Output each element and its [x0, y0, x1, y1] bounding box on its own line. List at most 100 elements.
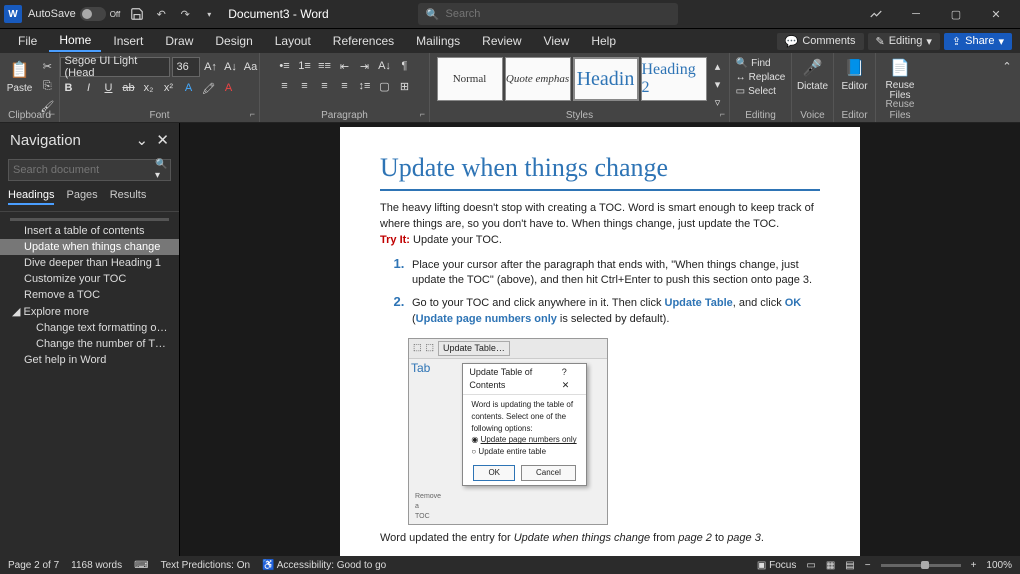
- justify-icon[interactable]: ≡: [336, 77, 354, 95]
- language-icon[interactable]: ⌨: [134, 560, 148, 571]
- save-icon[interactable]: [128, 5, 146, 23]
- underline-button[interactable]: U: [100, 79, 118, 97]
- shrink-font-icon[interactable]: A↓: [222, 58, 240, 76]
- menu-layout[interactable]: Layout: [265, 31, 321, 51]
- nav-tab-headings[interactable]: Headings: [8, 189, 54, 205]
- menu-home[interactable]: Home: [49, 30, 101, 52]
- menu-design[interactable]: Design: [205, 31, 262, 51]
- zoom-in-icon[interactable]: +: [971, 560, 977, 571]
- search-input[interactable]: [446, 8, 670, 20]
- nav-item-bar[interactable]: [10, 218, 169, 221]
- dictate-button[interactable]: 🎤Dictate: [793, 55, 832, 94]
- bullets-icon[interactable]: •≡: [276, 57, 294, 75]
- list-item[interactable]: Go to your TOC and click anywhere in it.…: [408, 293, 820, 328]
- nav-item[interactable]: Insert a table of contents: [0, 223, 179, 239]
- word-count[interactable]: 1168 words: [71, 560, 122, 571]
- zoom-slider[interactable]: [881, 564, 961, 567]
- multilevel-icon[interactable]: ≡≡: [316, 57, 334, 75]
- ribbon-display-icon[interactable]: [856, 0, 896, 28]
- comments-button[interactable]: 💬 Comments: [777, 33, 864, 50]
- editing-button[interactable]: ✎ Editing ▾: [868, 33, 940, 50]
- nav-item[interactable]: Customize your TOC: [0, 271, 179, 287]
- change-case-icon[interactable]: Aa: [242, 58, 260, 76]
- shading-icon[interactable]: ▢: [376, 77, 394, 95]
- paragraph[interactable]: The heavy lifting doesn't stop with crea…: [380, 201, 820, 233]
- style-normal[interactable]: Normal: [437, 57, 503, 101]
- bold-button[interactable]: B: [60, 79, 78, 97]
- focus-mode[interactable]: ▣ Focus: [757, 560, 796, 571]
- nav-item[interactable]: Dive deeper than Heading 1: [0, 255, 179, 271]
- minimize-icon[interactable]: ─: [896, 0, 936, 28]
- zoom-level[interactable]: 100%: [986, 560, 1012, 571]
- list-item[interactable]: Place your cursor after the paragraph th…: [408, 255, 820, 290]
- autosave-toggle[interactable]: AutoSave Off: [28, 7, 120, 21]
- nav-item[interactable]: Get help in Word: [0, 352, 179, 368]
- view-print-icon[interactable]: ▦: [826, 560, 835, 571]
- nav-search[interactable]: 🔍▾: [8, 159, 171, 181]
- borders-icon[interactable]: ⊞: [396, 77, 414, 95]
- style-heading1[interactable]: Headin: [573, 57, 639, 101]
- line-spacing-icon[interactable]: ↕≡: [356, 77, 374, 95]
- accessibility-status[interactable]: ♿ Accessibility: Good to go: [262, 560, 386, 571]
- nav-search-input[interactable]: [13, 164, 155, 176]
- paragraph[interactable]: Try It: Update your TOC.: [380, 233, 820, 249]
- view-web-icon[interactable]: ▤: [845, 560, 854, 571]
- find-button[interactable]: 🔍Find: [733, 57, 789, 70]
- select-button[interactable]: ▭Select: [733, 85, 789, 98]
- menu-references[interactable]: References: [323, 31, 404, 51]
- document-area[interactable]: Update when things change The heavy lift…: [180, 123, 1020, 556]
- share-button[interactable]: ⇪ Share ▾: [944, 33, 1012, 50]
- decrease-indent-icon[interactable]: ⇤: [336, 57, 354, 75]
- styles-up-icon[interactable]: ▴: [709, 57, 727, 75]
- cut-icon[interactable]: ✂: [38, 57, 56, 75]
- align-center-icon[interactable]: ≡: [296, 77, 314, 95]
- nav-tab-pages[interactable]: Pages: [66, 189, 97, 205]
- show-marks-icon[interactable]: ¶: [396, 57, 414, 75]
- text-effects-icon[interactable]: A: [180, 79, 198, 97]
- toggle-icon[interactable]: [80, 7, 106, 21]
- reuse-files-button[interactable]: 📄Reuse Files: [880, 55, 920, 103]
- page-status[interactable]: Page 2 of 7: [8, 560, 59, 571]
- text-predictions[interactable]: Text Predictions: On: [161, 560, 250, 571]
- maximize-icon[interactable]: ▢: [936, 0, 976, 28]
- nav-close-icon[interactable]: ✕: [156, 132, 169, 149]
- menu-insert[interactable]: Insert: [103, 31, 153, 51]
- nav-item[interactable]: Change text formatting of the TO…: [0, 320, 179, 336]
- paragraph[interactable]: Word updated the entry for Update when t…: [380, 531, 820, 547]
- superscript-button[interactable]: x²: [160, 79, 178, 97]
- redo-icon[interactable]: ↷: [176, 5, 194, 23]
- close-icon[interactable]: ✕: [976, 0, 1016, 28]
- qat-dropdown-icon[interactable]: ▾: [200, 5, 218, 23]
- font-size-select[interactable]: 36: [172, 57, 200, 77]
- styles-down-icon[interactable]: ▾: [709, 75, 727, 93]
- style-heading2[interactable]: Heading 2: [641, 57, 707, 101]
- subscript-button[interactable]: x₂: [140, 79, 158, 97]
- align-right-icon[interactable]: ≡: [316, 77, 334, 95]
- nav-collapse-icon[interactable]: ⌄: [136, 132, 149, 149]
- editor-button[interactable]: 📘Editor: [837, 55, 871, 94]
- highlight-icon[interactable]: 🖍: [200, 79, 218, 97]
- collapse-ribbon-icon[interactable]: ⌃: [998, 57, 1016, 75]
- replace-button[interactable]: ↔Replace: [733, 71, 789, 84]
- menu-draw[interactable]: Draw: [155, 31, 203, 51]
- zoom-out-icon[interactable]: −: [865, 560, 871, 571]
- dialog-launcher-icon[interactable]: ⌐: [420, 109, 425, 119]
- nav-tab-results[interactable]: Results: [110, 189, 147, 205]
- copy-icon[interactable]: ⎘: [38, 77, 56, 95]
- menu-mailings[interactable]: Mailings: [406, 31, 470, 51]
- menu-view[interactable]: View: [534, 31, 580, 51]
- style-quote[interactable]: Quote emphas: [505, 57, 571, 101]
- menu-review[interactable]: Review: [472, 31, 531, 51]
- heading-1[interactable]: Update when things change: [380, 149, 820, 191]
- undo-icon[interactable]: ↶: [152, 5, 170, 23]
- dialog-launcher-icon[interactable]: ⌐: [720, 109, 725, 119]
- nav-item[interactable]: Remove a TOC: [0, 287, 179, 303]
- nav-item[interactable]: Update when things change: [0, 239, 179, 255]
- grow-font-icon[interactable]: A↑: [202, 58, 220, 76]
- view-read-icon[interactable]: ▭: [806, 560, 815, 571]
- numbering-icon[interactable]: 1≡: [296, 57, 314, 75]
- search-bar[interactable]: 🔍: [418, 3, 678, 25]
- font-color-icon[interactable]: A: [220, 79, 238, 97]
- increase-indent-icon[interactable]: ⇥: [356, 57, 374, 75]
- italic-button[interactable]: I: [80, 79, 98, 97]
